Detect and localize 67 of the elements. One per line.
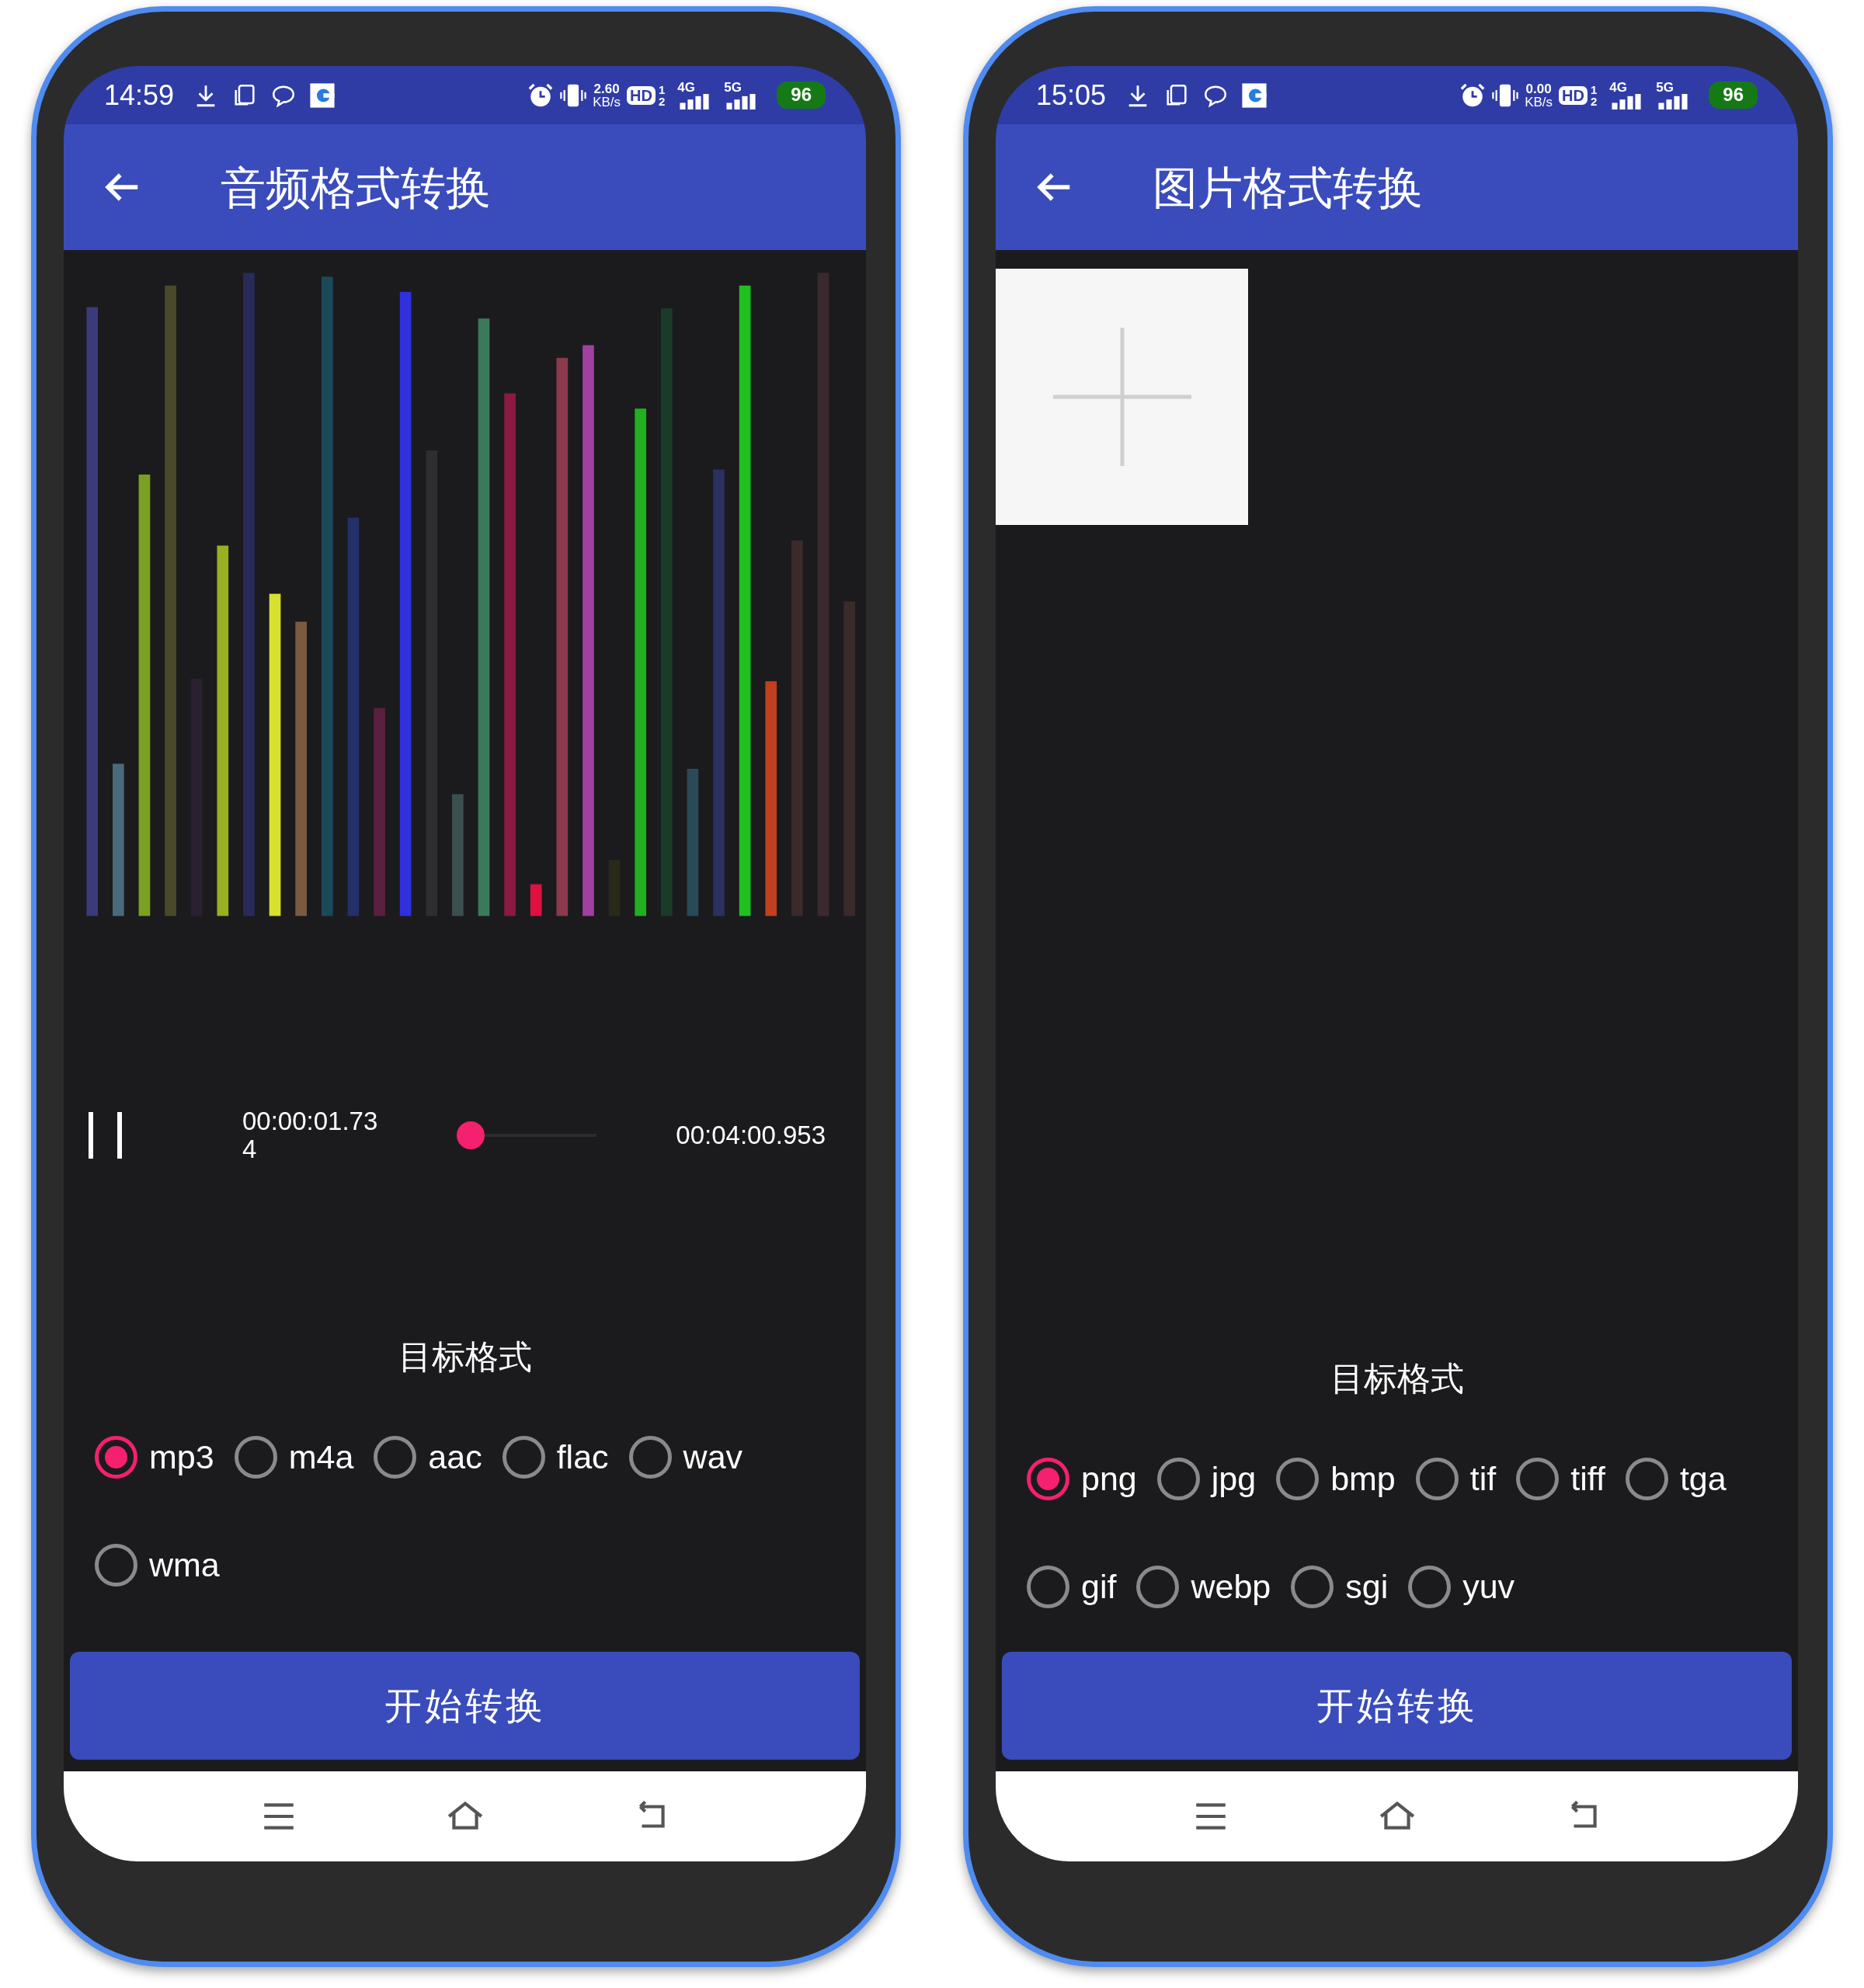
plus-icon: [1052, 328, 1191, 466]
convert-button[interactable]: 开始转换: [1002, 1652, 1792, 1760]
speed-unit: KB/s: [593, 95, 621, 109]
format-option[interactable]: mp3: [95, 1418, 214, 1496]
radio-icon[interactable]: [1291, 1565, 1334, 1608]
radio-icon[interactable]: [374, 1435, 417, 1479]
status-time: 14:59: [104, 78, 175, 113]
sim-slot: 1: [1590, 83, 1598, 96]
hd-badge: HD: [1559, 85, 1588, 105]
sim-slot: 2: [1590, 95, 1598, 107]
radio-icon[interactable]: [1276, 1457, 1320, 1500]
total-duration: 00:04:00.953: [676, 1120, 826, 1152]
format-option[interactable]: jpg: [1156, 1440, 1257, 1517]
hd-badge: HD: [627, 85, 656, 105]
radio-icon[interactable]: [1027, 1565, 1069, 1608]
radio-icon[interactable]: [1156, 1457, 1200, 1500]
network-type: 5G: [1656, 81, 1674, 94]
format-option[interactable]: tif: [1415, 1440, 1497, 1517]
status-time: 15:05: [1036, 78, 1107, 113]
radio-icon[interactable]: [95, 1435, 137, 1479]
radio-icon[interactable]: [234, 1435, 277, 1479]
format-option[interactable]: flac: [502, 1418, 609, 1496]
alarm-icon: [1459, 82, 1487, 109]
format-option[interactable]: aac: [374, 1418, 482, 1496]
format-option[interactable]: gif: [1027, 1548, 1117, 1625]
network-speed: 2.60: [593, 82, 621, 96]
alarm-icon: [527, 82, 555, 109]
radio-icon[interactable]: [1625, 1457, 1668, 1500]
pause-icon[interactable]: [87, 1110, 123, 1160]
battery-level: 96: [777, 82, 826, 109]
convert-button[interactable]: 开始转换: [70, 1652, 860, 1760]
format-option[interactable]: yuv: [1408, 1548, 1515, 1625]
format-option[interactable]: wav: [628, 1418, 743, 1496]
page-title: 音频格式转换: [221, 161, 491, 214]
section-label: 目标格式: [1329, 1359, 1465, 1399]
section-label: 目标格式: [397, 1337, 533, 1377]
radio-icon[interactable]: [502, 1435, 545, 1479]
add-image-tile[interactable]: [996, 269, 1248, 525]
radio-icon[interactable]: [628, 1435, 672, 1479]
format-option[interactable]: tiff: [1516, 1440, 1605, 1517]
seek-slider[interactable]: [457, 1121, 596, 1149]
battery-level: 96: [1709, 82, 1758, 109]
network-speed: 0.00: [1525, 82, 1553, 96]
format-option[interactable]: sgi: [1291, 1548, 1389, 1625]
radio-icon[interactable]: [1136, 1565, 1180, 1608]
network-type: 4G: [677, 81, 695, 94]
radio-icon[interactable]: [1516, 1457, 1560, 1500]
format-option[interactable]: png: [1027, 1440, 1137, 1517]
sim-slot: 1: [658, 83, 666, 96]
speed-unit: KB/s: [1525, 95, 1553, 109]
format-option[interactable]: bmp: [1276, 1440, 1396, 1517]
radio-icon[interactable]: [95, 1543, 137, 1587]
slider-thumb[interactable]: [457, 1121, 485, 1149]
network-type: 5G: [724, 81, 742, 94]
page-title: 图片格式转换: [1153, 161, 1423, 214]
app-icon: [1241, 82, 1268, 109]
network-type: 4G: [1609, 81, 1627, 94]
format-option[interactable]: tga: [1625, 1440, 1727, 1517]
radio-icon[interactable]: [1408, 1565, 1452, 1608]
app-icon: [309, 82, 336, 109]
format-option[interactable]: webp: [1136, 1548, 1271, 1625]
format-option[interactable]: wma: [95, 1526, 220, 1604]
elapsed-time: 00:00:01.734: [242, 1107, 379, 1164]
radio-icon[interactable]: [1415, 1457, 1459, 1500]
sim-slot: 2: [658, 95, 666, 107]
format-option[interactable]: m4a: [234, 1418, 354, 1496]
radio-icon[interactable]: [1027, 1457, 1069, 1500]
